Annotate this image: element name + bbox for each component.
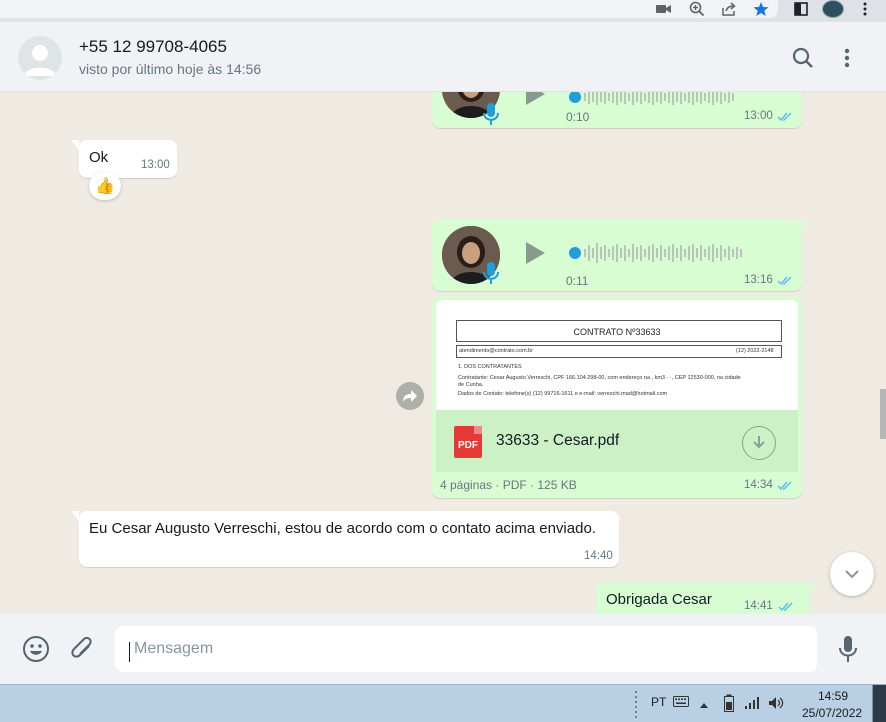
emoji-icon[interactable] — [21, 634, 51, 664]
message-time: 14:41 — [744, 600, 773, 612]
volume-icon[interactable] — [768, 696, 786, 713]
bookmark-star-icon[interactable] — [752, 1, 770, 17]
text-caret — [129, 642, 130, 662]
message-time: 13:00 — [141, 159, 170, 171]
battery-icon[interactable] — [723, 694, 735, 715]
document-preview[interactable]: CONTRATO Nº33633 atendimento@contrato.co… — [436, 300, 798, 410]
double-check-icon — [777, 112, 792, 122]
message-text: Ok — [89, 149, 109, 166]
browser-menu-icon[interactable] — [856, 1, 874, 17]
double-check-icon — [777, 276, 792, 286]
zoom-icon[interactable] — [688, 1, 706, 17]
download-icon[interactable] — [742, 426, 776, 460]
double-check-icon — [778, 602, 793, 612]
message-list[interactable]: 0:10 13:00 Ok 13:00 👍 0:11 13:16 CONTRAT… — [0, 92, 886, 614]
doc-line: Dados de Contato: telefone(s) (12) 99716… — [458, 391, 668, 397]
document-meta: 4 páginas · PDF · 125 KB — [440, 478, 577, 492]
taskbar: PT 14:59 25/07/2022 — [0, 684, 886, 722]
message-composer — [0, 614, 886, 684]
bubble-tail — [810, 582, 818, 592]
attach-icon[interactable] — [67, 634, 97, 664]
screen: +55 12 99708-4065 visto por último hoje … — [0, 0, 886, 722]
pdf-file-icon: PDF — [454, 426, 482, 458]
bubble-tail — [71, 511, 79, 521]
microphone-icon[interactable] — [833, 634, 863, 664]
mic-icon — [482, 102, 500, 126]
doc-email: atendimento@contrato.com.br — [459, 348, 534, 354]
profile-avatar[interactable] — [822, 0, 844, 18]
doc-line: Contratante: Cesar Augusto Verreschi, CP… — [458, 375, 741, 381]
reaction-thumbs-up[interactable]: 👍 — [89, 172, 121, 200]
doc-title: CONTRATO Nº33633 — [573, 327, 661, 337]
waveform[interactable] — [568, 240, 778, 266]
message-time: 13:00 — [744, 110, 773, 122]
message-input[interactable] — [115, 626, 817, 672]
document-message: CONTRATO Nº33633 atendimento@contrato.co… — [432, 296, 802, 498]
mic-icon — [482, 261, 500, 285]
camera-icon[interactable] — [655, 1, 673, 17]
double-check-icon — [777, 481, 792, 491]
voice-message: 0:10 13:00 — [432, 92, 802, 128]
language-indicator[interactable]: PT — [651, 695, 666, 709]
message-text: Obrigada Cesar — [606, 591, 712, 608]
message-time: 14:34 — [744, 479, 773, 491]
forward-button[interactable] — [396, 382, 424, 410]
share-icon[interactable] — [720, 1, 738, 17]
waveform[interactable] — [568, 92, 778, 110]
message-text: Eu Cesar Augusto Verreschi, estou de aco… — [89, 520, 596, 537]
menu-dots-icon[interactable] — [833, 44, 861, 72]
tray-expand-icon[interactable] — [699, 698, 709, 712]
clock-time[interactable]: 14:59 — [818, 689, 848, 703]
incoming-message: Eu Cesar Augusto Verreschi, estou de aco… — [79, 511, 619, 567]
document-name[interactable]: 33633 - Cesar.pdf — [496, 432, 619, 450]
message-time: 14:40 — [584, 550, 613, 562]
voice-message: 0:11 13:16 — [432, 220, 802, 291]
contact-status: visto por último hoje às 14:56 — [79, 61, 262, 77]
bubble-tail — [71, 140, 79, 150]
contact-name[interactable]: +55 12 99708-4065 — [79, 37, 227, 57]
voice-duration: 0:11 — [566, 274, 589, 288]
doc-line: de Cunha. — [458, 382, 484, 388]
keyboard-icon[interactable] — [673, 696, 689, 710]
play-icon[interactable] — [524, 92, 546, 106]
play-icon[interactable] — [524, 241, 546, 265]
scroll-to-bottom-button[interactable] — [830, 552, 874, 596]
browser-toolbar — [0, 0, 886, 22]
message-time: 13:16 — [744, 274, 773, 286]
outgoing-message: Obrigada Cesar 14:41 — [596, 582, 810, 614]
signal-icon[interactable] — [744, 696, 762, 713]
doc-section: 1. DOS CONTRATANTES — [458, 364, 522, 370]
chat-header: +55 12 99708-4065 visto por último hoje … — [0, 22, 886, 92]
voice-duration: 0:10 — [566, 110, 590, 124]
contact-avatar[interactable] — [18, 36, 62, 80]
bubble-tail — [802, 220, 810, 230]
scrollbar-thumb[interactable] — [880, 389, 886, 439]
show-desktop-button[interactable] — [872, 685, 886, 722]
document-file-row[interactable]: PDF 33633 - Cesar.pdf — [436, 410, 798, 472]
taskbar-grip — [635, 691, 637, 718]
doc-phone: (12) 2022-2148 — [736, 348, 774, 354]
side-panel-icon[interactable] — [792, 1, 810, 17]
incoming-message: Ok 13:00 — [79, 140, 177, 178]
clock-date[interactable]: 25/07/2022 — [802, 706, 862, 720]
search-icon[interactable] — [789, 44, 817, 72]
